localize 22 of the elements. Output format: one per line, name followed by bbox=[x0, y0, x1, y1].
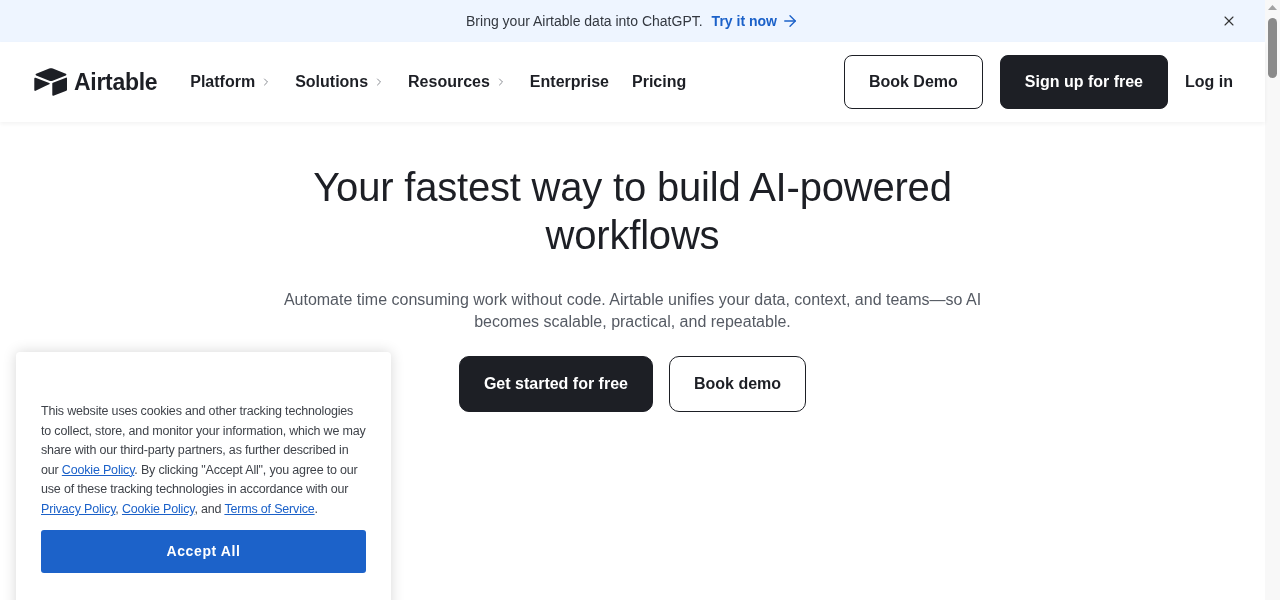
scrollbar-thumb[interactable] bbox=[1268, 18, 1277, 78]
hero-button[interactable]: Book demo bbox=[668, 356, 807, 412]
nav-menu-item[interactable]: Enterprise bbox=[529, 73, 609, 91]
inline-link[interactable]: Terms of Service bbox=[224, 501, 315, 516]
nav-menu-item[interactable]: Pricing bbox=[632, 73, 687, 91]
try-it-link[interactable]: Try it now bbox=[711, 12, 799, 30]
nav-menu-item[interactable]: Platform bbox=[190, 73, 273, 91]
hero-heading: Your fastest way to build AI-powered workflows bbox=[312, 164, 953, 259]
nav-menu-item[interactable]: Resources bbox=[408, 73, 507, 91]
nav-menu-item[interactable]: Solutions bbox=[295, 73, 386, 91]
nav-button[interactable]: Book Demo bbox=[843, 55, 983, 109]
login-link[interactable]: Log in bbox=[1185, 55, 1233, 109]
scrollbar[interactable] bbox=[1265, 0, 1280, 600]
banner-message: Bring your Airtable data into ChatGPT. bbox=[466, 13, 703, 29]
hero-subtitle: Automate time consuming work without code. Airtable unifies your data, context, and teams—so AI becomes scalable, practical, and repeatable. bbox=[282, 290, 983, 332]
accept-all-button[interactable]: Accept All bbox=[41, 529, 366, 573]
logo-wordmark[interactable]: Airtable bbox=[74, 68, 158, 96]
nav-button[interactable]: Sign up for free bbox=[999, 55, 1168, 109]
hero-button[interactable]: Get started for free bbox=[458, 356, 653, 412]
logo-icon bbox=[34, 68, 68, 96]
scroll-up-arrow-icon[interactable] bbox=[1268, 5, 1277, 10]
cookie-notice-text: This website uses cookies and other tracking technologies to collect, store, and monitor your information, which we may share with our third-party partners, as further described in our Cookie Policy. By clicking "Accept All", you agree to our use of these tracking technologies in accordance with our Privacy Policy, Cookie Policy, and Terms of Service. bbox=[41, 403, 366, 518]
